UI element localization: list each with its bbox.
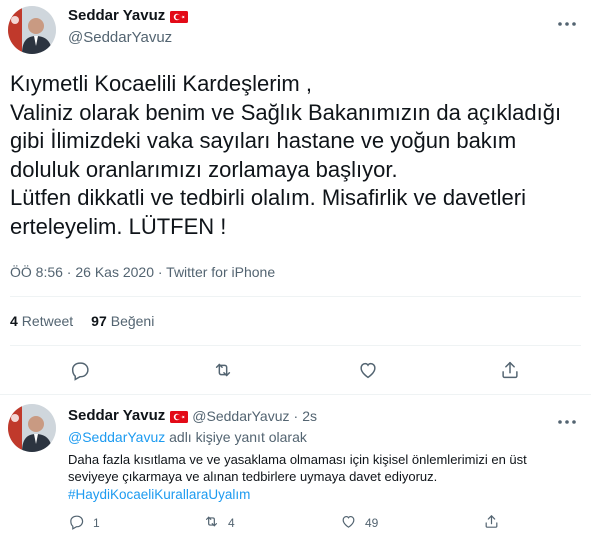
divider	[10, 345, 581, 346]
retweet-count: 4	[228, 516, 235, 530]
reply-icon	[68, 513, 85, 533]
retweet-icon[interactable]	[212, 359, 234, 381]
retweet-stat[interactable]: 4 Retweet	[10, 313, 73, 329]
handle[interactable]: @SeddarYavuz	[192, 408, 289, 424]
reply-text: Daha fazla kısıtlama ve ve yasaklama olm…	[68, 451, 573, 503]
replying-to-link[interactable]: @SeddarYavuz	[68, 429, 165, 445]
turkey-flag-icon	[170, 10, 189, 23]
divider	[10, 296, 581, 297]
heart-icon[interactable]	[357, 359, 379, 381]
separator-dot: ·	[293, 407, 299, 424]
hashtag-link[interactable]: #HaydiKocaeliKurallaraUyalım	[68, 486, 573, 503]
reply-action[interactable]: 1	[68, 513, 100, 533]
tweet-timestamp[interactable]: ÖÖ 8:56 · 26 Kas 2020 · Twitter for iPho…	[10, 264, 275, 280]
reply-author-row: Seddar Yavuz @SeddarYavuz · 2s	[68, 407, 317, 424]
turkey-flag-icon	[170, 410, 189, 423]
tweet-stats: 4 Retweet 97 Beğeni	[10, 313, 154, 329]
more-icon[interactable]	[557, 412, 577, 424]
replying-to: @SeddarYavuz adlı kişiye yanıt olarak	[68, 429, 307, 445]
display-name[interactable]: Seddar Yavuz	[68, 7, 165, 24]
retweet-icon	[203, 513, 220, 533]
display-name[interactable]: Seddar Yavuz	[68, 407, 165, 424]
retweet-count: 4	[10, 313, 18, 329]
reply-time[interactable]: 2s	[302, 408, 317, 424]
like-label: Beğeni	[110, 313, 155, 329]
author-row: Seddar Yavuz	[68, 7, 189, 24]
heart-icon	[340, 513, 357, 533]
reply-action-bar: 1 4 49	[68, 513, 508, 533]
like-stat[interactable]: 97 Beğeni	[91, 313, 154, 329]
action-bar	[0, 355, 591, 385]
share-action[interactable]	[483, 513, 500, 533]
like-action[interactable]: 49	[340, 513, 378, 533]
replying-to-suffix: adlı kişiye yanıt olarak	[165, 429, 307, 445]
main-tweet: Seddar Yavuz @SeddarYavuz Kıymetli Kocae…	[0, 0, 591, 395]
like-count: 49	[365, 516, 379, 530]
share-icon	[483, 513, 500, 533]
avatar[interactable]	[8, 404, 56, 452]
handle[interactable]: @SeddarYavuz	[68, 29, 172, 46]
avatar[interactable]	[8, 6, 56, 54]
share-icon[interactable]	[499, 359, 521, 381]
reply-count: 1	[93, 516, 100, 530]
reply-body: Daha fazla kısıtlama ve ve yasaklama olm…	[68, 452, 527, 484]
retweet-action[interactable]: 4	[203, 513, 235, 533]
retweet-label: Retweet	[21, 313, 74, 329]
like-count: 97	[91, 313, 107, 329]
reply-icon[interactable]	[69, 359, 91, 381]
tweet-text: Kıymetli Kocaelili Kardeşlerim , Valiniz…	[10, 71, 562, 239]
more-icon[interactable]	[557, 14, 577, 26]
